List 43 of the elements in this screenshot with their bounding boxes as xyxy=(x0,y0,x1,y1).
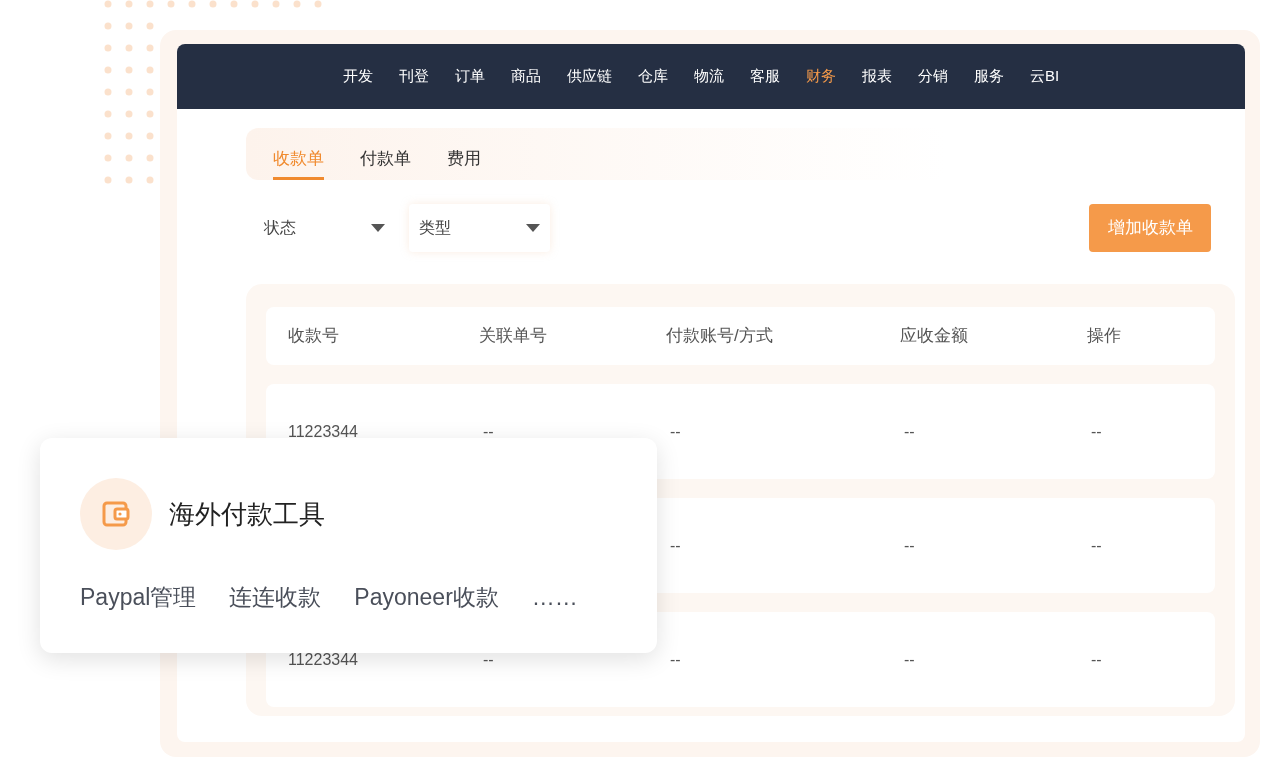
filter-dropdown[interactable]: 类型 xyxy=(409,204,550,252)
tab[interactable]: 付款单 xyxy=(360,140,411,180)
nav-item[interactable]: 商品 xyxy=(511,65,541,88)
column-header: 关联单号 xyxy=(479,325,547,348)
tool-link[interactable]: …… xyxy=(531,580,578,615)
caret-icon xyxy=(526,224,540,232)
wallet-icon xyxy=(102,500,130,528)
table-cell-text: -- xyxy=(904,535,915,556)
nav-item[interactable]: 报表 xyxy=(862,65,892,88)
table-cell-text: -- xyxy=(483,421,494,442)
filter-dropdown[interactable]: 状态 xyxy=(254,204,395,252)
table-cell-text: -- xyxy=(670,421,681,442)
card-title: 海外付款工具 xyxy=(169,497,325,531)
table-cell-text: 11223344 xyxy=(288,649,358,670)
table-cell-text: -- xyxy=(670,535,681,556)
table-cell-text: 11223344 xyxy=(288,421,358,442)
column-header: 操作 xyxy=(1087,325,1121,348)
table-cell-text: -- xyxy=(904,649,915,670)
nav-item[interactable]: 物流 xyxy=(694,65,724,88)
nav-item[interactable]: 客服 xyxy=(750,65,780,88)
column-header: 付款账号/方式 xyxy=(666,325,773,348)
nav-item[interactable]: 开发 xyxy=(343,65,373,88)
table-cell-text: -- xyxy=(1091,535,1102,556)
table-cell-text: -- xyxy=(483,649,494,670)
nav-item[interactable]: 财务 xyxy=(806,65,836,88)
table-cell-text: -- xyxy=(904,421,915,442)
tool-link[interactable]: Payoneer收款 xyxy=(354,580,499,615)
tool-link[interactable]: 连连收款 xyxy=(229,580,322,615)
nav-item[interactable]: 云BI xyxy=(1030,65,1060,88)
table-cell-text: -- xyxy=(1091,649,1102,670)
nav-item[interactable]: 供应链 xyxy=(567,65,612,88)
caret-icon xyxy=(371,224,385,232)
tab[interactable]: 费用 xyxy=(447,140,481,180)
nav-item[interactable]: 分销 xyxy=(918,65,948,88)
column-header: 收款号 xyxy=(288,325,339,348)
nav-item[interactable]: 服务 xyxy=(974,65,1004,88)
nav-item[interactable]: 刊登 xyxy=(399,65,429,88)
tool-link[interactable]: Paypal管理 xyxy=(80,580,197,615)
nav-item[interactable]: 订单 xyxy=(455,65,485,88)
column-header: 应收金额 xyxy=(900,325,968,348)
table-cell-text: -- xyxy=(670,649,681,670)
table-cell-text: -- xyxy=(1091,421,1102,442)
nav-item[interactable]: 仓库 xyxy=(638,65,668,88)
